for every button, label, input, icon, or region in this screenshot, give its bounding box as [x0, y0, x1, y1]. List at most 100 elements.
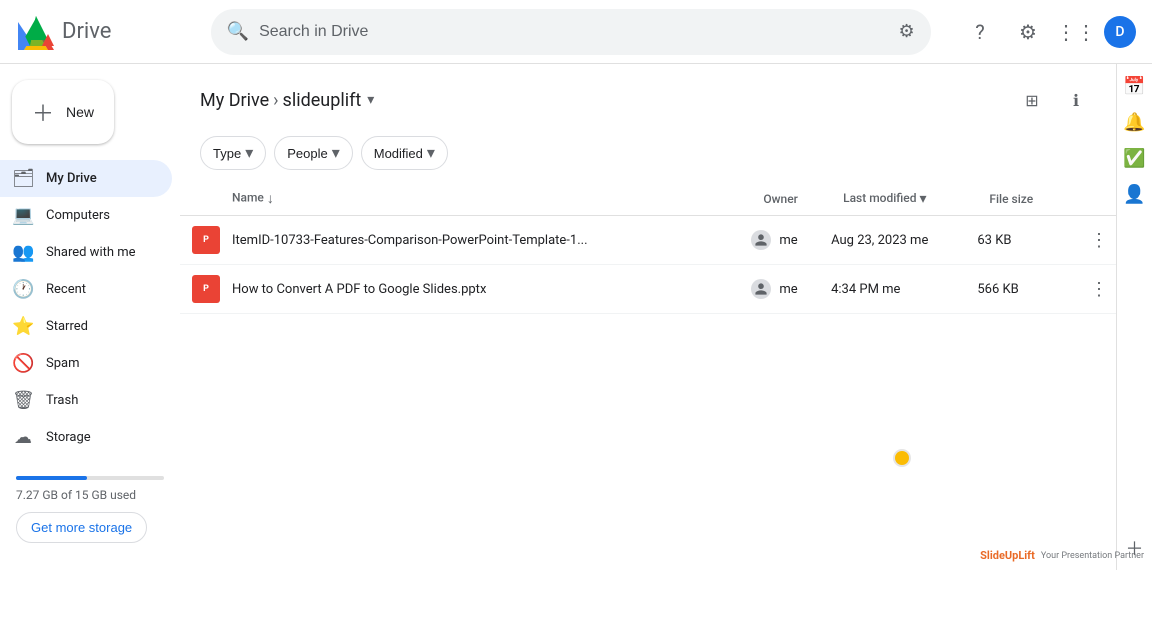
trash-icon: 🗑 [12, 390, 34, 411]
right-sidebar: 📅 🔔 ✅ 👤 ＋ [1116, 64, 1152, 570]
modified-filter-chevron: ▾ [427, 143, 435, 163]
contacts-icon[interactable]: 👤 [1121, 180, 1149, 208]
calendar-icon[interactable]: 📅 [1121, 72, 1149, 100]
my-drive-link[interactable]: My Drive [200, 90, 269, 111]
main-content: My Drive › slideuplift ▾ ⊞ ℹ Type ▾ Peop… [180, 64, 1116, 570]
sidebar-item-trash[interactable]: 🗑 Trash [0, 382, 172, 419]
table-row[interactable]: P ItemID-10733-Features-Comparison-Power… [180, 216, 1116, 265]
search-input[interactable] [259, 23, 888, 41]
file-size-cell: 63 KB [977, 216, 1069, 265]
storage-bar [16, 476, 164, 480]
file-more-button[interactable]: ⋮ [1082, 275, 1116, 304]
modified-sort-icon: ▾ [919, 191, 926, 207]
sidebar-label-my-drive: My Drive [46, 171, 97, 186]
table-body: P ItemID-10733-Features-Comparison-Power… [180, 216, 1116, 314]
sidebar-label-starred: Starred [46, 319, 88, 334]
watermark-brand: SlideUpLift [980, 549, 1035, 562]
sidebar-item-computers[interactable]: 💻 Computers [0, 197, 172, 234]
new-button-label: New [66, 104, 94, 120]
storage-section: 7.27 GB of 15 GB used Get more storage [0, 464, 180, 555]
file-name: How to Convert A PDF to Google Slides.pp… [232, 282, 486, 297]
people-filter-button[interactable]: People ▾ [274, 136, 353, 170]
breadcrumb-actions: ⊞ ℹ [1012, 80, 1096, 120]
file-name: ItemID-10733-Features-Comparison-PowerPo… [232, 233, 588, 248]
th-last-modified[interactable]: Last modified ▾ [831, 182, 977, 216]
people-filter-chevron: ▾ [332, 143, 340, 163]
get-storage-button[interactable]: Get more storage [16, 512, 147, 543]
recent-icon: 🕐 [12, 279, 34, 300]
plus-icon: ＋ [32, 96, 54, 128]
grid-view-button[interactable]: ⊞ [1012, 80, 1052, 120]
people-filter-label: People [287, 146, 327, 161]
apps-button[interactable]: ⋮⋮ [1056, 12, 1096, 52]
notifications-icon[interactable]: 🔔 [1121, 108, 1149, 136]
search-bar[interactable]: 🔍 ⚙ [211, 9, 931, 55]
topbar: Drive 🔍 ⚙ ? ⚙ ⋮⋮ D [0, 0, 1152, 64]
th-owner[interactable]: Owner [751, 182, 831, 216]
type-filter-button[interactable]: Type ▾ [200, 136, 266, 170]
sidebar-item-spam[interactable]: 🚫 Spam [0, 345, 172, 382]
computers-icon: 💻 [12, 205, 34, 226]
info-button[interactable]: ℹ [1056, 80, 1096, 120]
folder-name: slideuplift [283, 90, 362, 111]
sidebar-label-spam: Spam [46, 356, 80, 371]
modified-filter-label: Modified [374, 146, 423, 161]
table-header: Name ↓ Owner Last modified ▾ File size [180, 182, 1116, 216]
pptx-icon: P [192, 275, 220, 303]
sidebar-label-computers: Computers [46, 208, 110, 223]
sidebar-label-recent: Recent [46, 282, 86, 297]
sidebar-item-shared[interactable]: 👥 Shared with me [0, 234, 172, 271]
breadcrumb: My Drive › slideuplift ▾ ⊞ ℹ [180, 64, 1116, 128]
new-button[interactable]: ＋ New [12, 80, 114, 144]
sidebar-label-shared: Shared with me [46, 245, 136, 260]
sidebar: ＋ New 🗂 My Drive 💻 Computers 👥 Shared wi… [0, 64, 180, 570]
sidebar-item-starred[interactable]: ⭐ Starred [0, 308, 172, 345]
tune-icon[interactable]: ⚙ [899, 21, 915, 42]
file-size-cell: 566 KB [977, 265, 1069, 314]
sidebar-label-trash: Trash [46, 393, 78, 408]
search-icon: 🔍 [227, 21, 249, 42]
file-more-cell: ⋮ [1070, 265, 1116, 314]
type-filter-chevron: ▾ [245, 143, 253, 163]
file-more-button[interactable]: ⋮ [1082, 226, 1116, 255]
drive-logo-icon [16, 12, 56, 52]
shared-icon: 👥 [12, 242, 34, 263]
type-filter-label: Type [213, 146, 241, 161]
folder-dropdown-icon[interactable]: ▾ [367, 92, 374, 108]
app-name: Drive [62, 19, 111, 44]
sidebar-item-storage[interactable]: ☁ Storage [0, 419, 172, 456]
avatar[interactable]: D [1104, 16, 1136, 48]
file-name-cell: P How to Convert A PDF to Google Slides.… [180, 265, 751, 314]
topbar-actions: ? ⚙ ⋮⋮ D [960, 12, 1136, 52]
help-button[interactable]: ? [960, 12, 1000, 52]
sidebar-item-my-drive[interactable]: 🗂 My Drive [0, 160, 172, 197]
th-file-size[interactable]: File size [977, 182, 1069, 216]
th-name[interactable]: Name ↓ [180, 182, 751, 216]
owner-avatar [751, 279, 771, 299]
sidebar-item-recent[interactable]: 🕐 Recent [0, 271, 172, 308]
file-name-cell: P ItemID-10733-Features-Comparison-Power… [180, 216, 751, 265]
settings-button[interactable]: ⚙ [1008, 12, 1048, 52]
app-logo: Drive [16, 12, 196, 52]
pptx-icon: P [192, 226, 220, 254]
sidebar-label-storage: Storage [46, 430, 91, 445]
modified-filter-button[interactable]: Modified ▾ [361, 136, 448, 170]
tasks-icon[interactable]: ✅ [1121, 144, 1149, 172]
th-actions [1070, 182, 1116, 216]
storage-fill [16, 476, 87, 480]
file-table: Name ↓ Owner Last modified ▾ File size P [180, 182, 1116, 314]
owner-avatar [751, 230, 771, 250]
watermark: SlideUpLift Your Presentation Partner [980, 549, 1144, 562]
watermark-tagline: Your Presentation Partner [1041, 551, 1144, 561]
storage-text: 7.27 GB of 15 GB used [16, 488, 164, 502]
filters-bar: Type ▾ People ▾ Modified ▾ [180, 128, 1116, 182]
table-row[interactable]: P How to Convert A PDF to Google Slides.… [180, 265, 1116, 314]
file-modified-cell: Aug 23, 2023 me [831, 216, 977, 265]
layout: ＋ New 🗂 My Drive 💻 Computers 👥 Shared wi… [0, 64, 1152, 570]
storage-icon: ☁ [12, 427, 34, 448]
spam-icon: 🚫 [12, 353, 34, 374]
owner-name: me [779, 233, 797, 248]
file-modified-cell: 4:34 PM me [831, 265, 977, 314]
file-owner-cell: me [751, 265, 831, 314]
file-owner-cell: me [751, 216, 831, 265]
